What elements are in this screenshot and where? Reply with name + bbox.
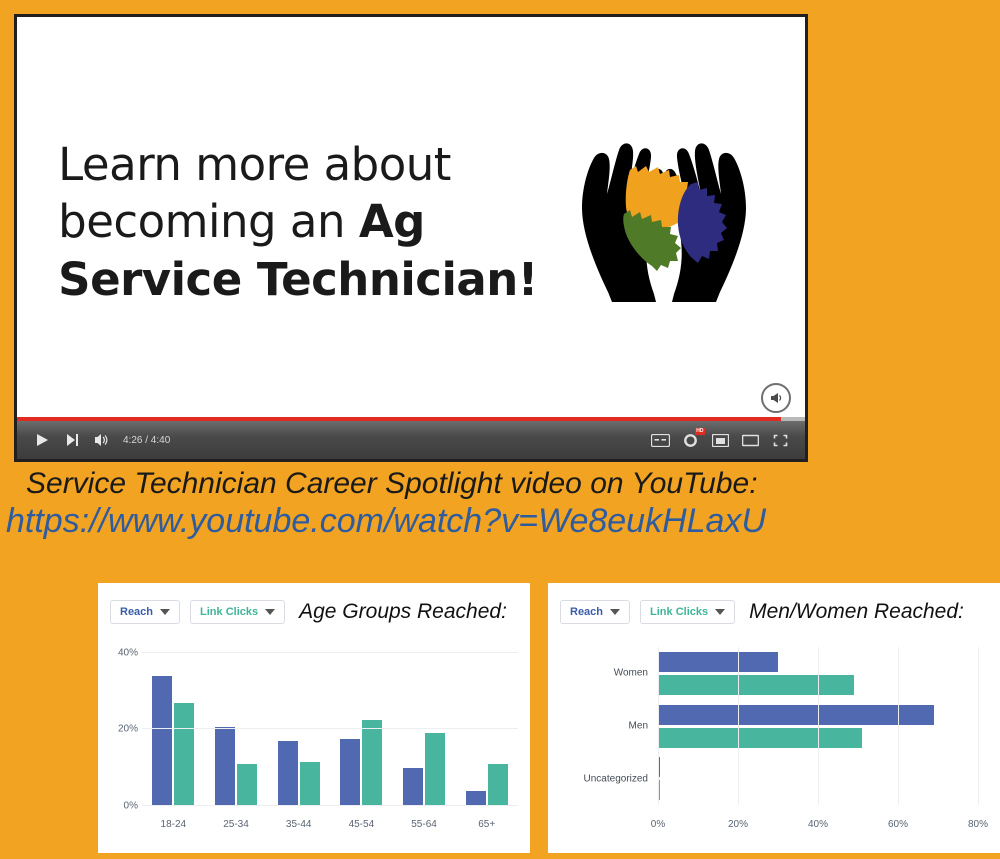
category-label: Men	[628, 720, 648, 732]
bar-link-clicks	[174, 702, 195, 806]
x-tick-label: 18-24	[160, 819, 187, 830]
video-controls-bar[interactable]: 4:26 / 4:40 HD	[17, 421, 805, 459]
bar-group	[330, 645, 393, 806]
youtube-link[interactable]: https://www.youtube.com/watch?v=We8eukHL…	[0, 501, 1000, 541]
bar-link-clicks	[362, 719, 383, 806]
category-label: Women	[613, 667, 648, 679]
gridline	[818, 647, 819, 805]
category-label: Uncategorized	[583, 773, 648, 785]
fullscreen-button[interactable]	[765, 425, 795, 455]
chevron-down-icon	[265, 609, 276, 615]
unmute-button[interactable]	[761, 383, 791, 413]
slide-heading-text: Learn more about becoming an Ag Service …	[58, 136, 538, 309]
theater-mode-button[interactable]	[735, 425, 765, 455]
volume-button[interactable]	[87, 425, 117, 455]
age-groups-bar-chart: 0% 20% 40% 18-24 25-34 35-44 45-54 55-64 65+	[98, 635, 530, 840]
video-slide: Learn more about becoming an Ag Service …	[17, 17, 805, 427]
next-video-button[interactable]	[57, 425, 87, 455]
chevron-down-icon	[715, 609, 726, 615]
gridline	[142, 805, 518, 806]
right-plot-area: Women Men Uncategorized	[584, 647, 979, 805]
video-caption-block: Service Technician Career Spotlight vide…	[0, 466, 1000, 542]
x-tick-label: 0%	[650, 819, 666, 830]
youtube-video-player[interactable]: Learn more about becoming an Ag Service …	[14, 14, 808, 462]
right-chart-title: Men/Women Reached:	[749, 600, 964, 623]
bar-link-clicks	[299, 761, 320, 806]
bar-reach	[658, 651, 778, 672]
bar-reach	[277, 740, 298, 806]
left-chart-title: Age Groups Reached:	[299, 600, 507, 623]
bar-reach	[658, 704, 934, 725]
right-reach-dropdown[interactable]: Reach	[560, 600, 631, 624]
x-tick-label: 65+	[478, 819, 496, 830]
left-bar-groups	[142, 645, 518, 806]
x-tick-label: 80%	[967, 819, 989, 830]
slide-line-2: becoming an Ag	[58, 193, 538, 251]
bar-reach	[403, 767, 424, 806]
bar-link-clicks	[658, 674, 854, 695]
bar-group	[455, 645, 518, 806]
x-tick-label: 40%	[807, 819, 829, 830]
bar-group	[267, 645, 330, 806]
gridline	[142, 728, 518, 730]
x-tick-label: 25-34	[223, 819, 249, 830]
miniplayer-button[interactable]	[705, 425, 735, 455]
bar-reach	[152, 675, 173, 806]
settings-gear-button[interactable]: HD	[675, 425, 705, 455]
bar-link-clicks	[658, 727, 862, 748]
slide-line-2-bold: Ag	[358, 195, 426, 249]
right-x-axis-labels: 0% 20% 40% 60% 80%	[651, 819, 988, 833]
chevron-down-icon	[160, 609, 171, 615]
right-link-clicks-dropdown[interactable]: Link Clicks	[640, 600, 736, 624]
left-chart-toolbar: Reach Link Clicks Age Groups Reached:	[98, 593, 530, 627]
gridline	[738, 647, 739, 805]
x-tick-label: 35-44	[285, 819, 312, 830]
slide-line-1: Learn more about	[58, 137, 451, 191]
y-tick-label: 0%	[123, 800, 138, 812]
left-x-axis-labels: 18-24 25-34 35-44 45-54 55-64 65+	[142, 819, 518, 830]
x-tick-label: 20%	[727, 819, 749, 830]
video-stage[interactable]: Learn more about becoming an Ag Service …	[17, 17, 805, 427]
bar-reach	[465, 790, 486, 806]
bar-link-clicks	[487, 763, 508, 806]
x-tick-label: 55-64	[411, 819, 437, 830]
closed-captions-button[interactable]	[645, 425, 675, 455]
gender-chart-card: Reach Link Clicks Men/Women Reached: Wom…	[548, 583, 1000, 853]
left-reach-dropdown[interactable]: Reach	[110, 600, 181, 624]
bar-reach	[215, 727, 235, 806]
left-plot-area	[142, 645, 518, 806]
x-tick-label: 60%	[887, 819, 909, 830]
right-link-clicks-label: Link Clicks	[650, 606, 709, 618]
bar-link-clicks	[425, 733, 446, 806]
x-tick-label: 45-54	[348, 819, 375, 830]
right-chart-toolbar: Reach Link Clicks Men/Women Reached:	[548, 593, 1000, 627]
bar-group	[393, 645, 456, 806]
video-time-display: 4:26 / 4:40	[123, 434, 171, 446]
slide-line-2-plain: becoming an	[58, 195, 359, 249]
gridline	[898, 647, 899, 805]
bar-group	[205, 645, 268, 806]
caption-text: Service Technician Career Spotlight vide…	[26, 467, 758, 500]
age-groups-chart-card: Reach Link Clicks Age Groups Reached: 0%…	[98, 583, 530, 853]
gridline	[142, 651, 518, 653]
left-reach-label: Reach	[120, 606, 154, 618]
play-button[interactable]	[27, 425, 57, 455]
hands-cradling-gears-logo	[564, 122, 764, 322]
slide-line-3: Service Technician!	[58, 252, 538, 306]
y-tick-label: 40%	[117, 647, 138, 659]
gridline	[978, 647, 979, 805]
right-reach-label: Reach	[570, 606, 604, 618]
bar-group	[142, 645, 205, 806]
bar-link-clicks	[237, 763, 257, 806]
left-link-clicks-label: Link Clicks	[200, 606, 259, 618]
y-tick-label: 20%	[117, 723, 138, 735]
gender-bar-chart: Women Men Uncategorized 0% 20% 40% 60% 80%	[548, 635, 1000, 845]
left-link-clicks-dropdown[interactable]: Link Clicks	[190, 600, 286, 624]
hd-quality-badge: HD	[694, 428, 705, 435]
gridline	[658, 647, 659, 805]
bar-reach	[340, 738, 361, 806]
chevron-down-icon	[610, 609, 621, 615]
